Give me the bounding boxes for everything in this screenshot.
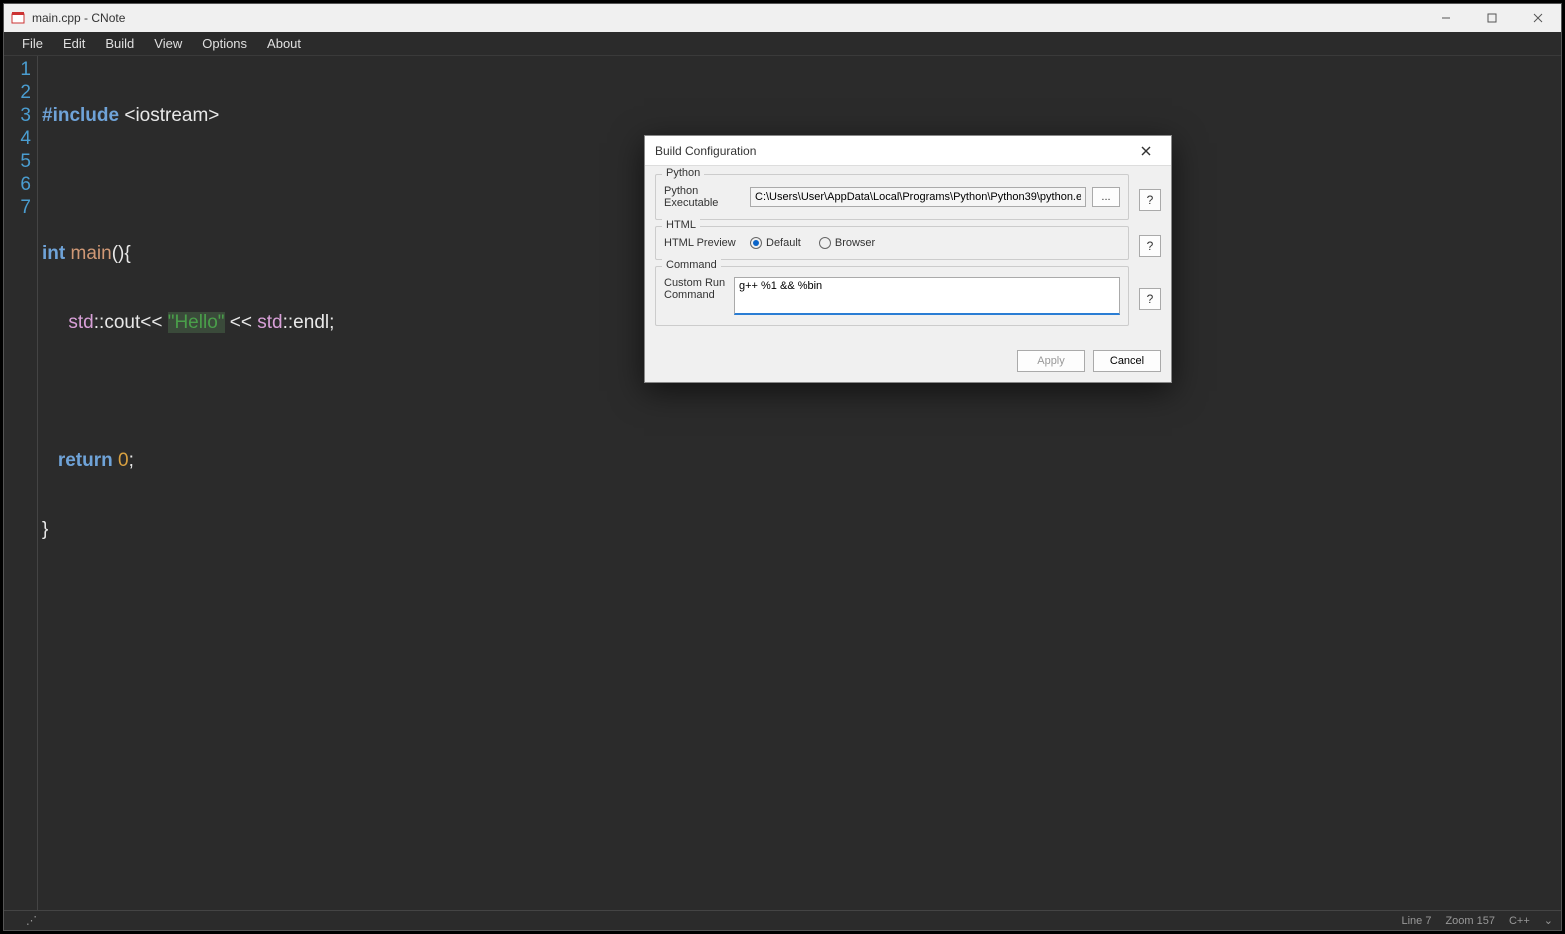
radio-label: Browser: [835, 237, 875, 249]
code-token: ::endl;: [283, 312, 335, 333]
code-token: main: [71, 243, 112, 264]
group-html: HTML HTML Preview Default Browser: [655, 226, 1129, 260]
code-area[interactable]: #include <iostream> int main(){ std::cou…: [38, 56, 334, 910]
status-resize-icon: ⋰: [26, 914, 37, 927]
code-token: #include: [42, 105, 119, 126]
radio-browser[interactable]: Browser: [819, 237, 875, 249]
code-token: [42, 312, 68, 333]
code-token: std: [257, 312, 282, 333]
group-python: Python Python Executable ...: [655, 174, 1129, 220]
menu-view[interactable]: View: [144, 32, 192, 55]
menubar: File Edit Build View Options About: [4, 32, 1561, 56]
maximize-button[interactable]: [1469, 4, 1515, 32]
help-button[interactable]: ?: [1139, 189, 1161, 211]
code-token: return: [58, 450, 113, 471]
radio-default[interactable]: Default: [750, 237, 801, 249]
apply-button[interactable]: Apply: [1017, 350, 1085, 372]
minimize-button[interactable]: [1423, 4, 1469, 32]
code-token: [42, 450, 58, 471]
code-token: (){: [112, 243, 131, 264]
dialog-title: Build Configuration: [655, 144, 1131, 158]
help-button[interactable]: ?: [1139, 235, 1161, 257]
python-executable-label: Python Executable: [664, 185, 744, 209]
radio-dot-icon: [750, 237, 762, 249]
line-number: 6: [4, 173, 31, 196]
close-button[interactable]: [1515, 4, 1561, 32]
group-legend: HTML: [662, 219, 700, 231]
line-number: 5: [4, 150, 31, 173]
menu-file[interactable]: File: [12, 32, 53, 55]
radio-dot-icon: [819, 237, 831, 249]
dialog-titlebar: Build Configuration: [645, 136, 1171, 166]
line-number: 1: [4, 58, 31, 81]
browse-button[interactable]: ...: [1092, 187, 1120, 207]
line-gutter: 1 2 3 4 5 6 7: [4, 56, 38, 910]
line-number: 2: [4, 81, 31, 104]
line-number: 3: [4, 104, 31, 127]
group-legend: Command: [662, 259, 721, 271]
radio-label: Default: [766, 237, 801, 249]
line-number: 7: [4, 196, 31, 219]
menu-build[interactable]: Build: [95, 32, 144, 55]
code-token: ::cout<<: [94, 312, 168, 333]
menu-edit[interactable]: Edit: [53, 32, 95, 55]
group-command: Command Custom Run Command g++ %1 && %bi…: [655, 266, 1129, 326]
statusbar: ⋰ Line 7 Zoom 157 C++ ⌄: [4, 910, 1561, 930]
build-config-dialog: Build Configuration Python Python Execut…: [644, 135, 1172, 383]
status-zoom: Zoom 157: [1445, 915, 1495, 927]
code-token: "Hello": [168, 312, 225, 333]
code-token: ;: [129, 450, 134, 471]
help-button[interactable]: ?: [1139, 288, 1161, 310]
line-number: 4: [4, 127, 31, 150]
group-legend: Python: [662, 167, 704, 179]
status-line: Line 7: [1401, 915, 1431, 927]
code-token: <<: [225, 312, 258, 333]
status-lang[interactable]: C++: [1509, 915, 1530, 927]
code-token: 0: [118, 450, 129, 471]
cancel-button[interactable]: Cancel: [1093, 350, 1161, 372]
window-title: main.cpp - CNote: [32, 11, 1423, 25]
menu-about[interactable]: About: [257, 32, 311, 55]
window-controls: [1423, 4, 1561, 32]
status-lang-dropdown-icon[interactable]: ⌄: [1544, 914, 1553, 927]
app-icon: [10, 10, 26, 26]
python-executable-input[interactable]: [750, 187, 1086, 207]
dialog-close-button[interactable]: [1131, 136, 1161, 166]
custom-run-command-label: Custom Run Command: [664, 277, 728, 301]
custom-run-command-input[interactable]: g++ %1 && %bin: [734, 277, 1120, 315]
html-preview-label: HTML Preview: [664, 237, 744, 249]
app-window: main.cpp - CNote File Edit Build View Op…: [3, 3, 1562, 931]
titlebar: main.cpp - CNote: [4, 4, 1561, 32]
dialog-buttons: Apply Cancel: [645, 342, 1171, 382]
code-token: std: [68, 312, 93, 333]
menu-options[interactable]: Options: [192, 32, 257, 55]
code-token: <iostream>: [119, 105, 219, 126]
code-token: int: [42, 243, 65, 264]
code-token: }: [42, 519, 48, 540]
